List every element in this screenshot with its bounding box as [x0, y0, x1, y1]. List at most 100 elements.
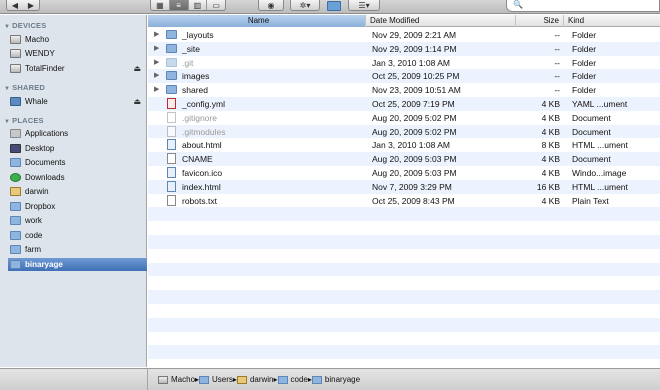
folder-icon — [166, 71, 177, 81]
empty-row — [148, 276, 660, 290]
action-menu-button[interactable]: ✲▾ — [290, 0, 320, 11]
path-crumb[interactable]: Macho — [158, 375, 195, 384]
devices-section-header[interactable]: ▼ DEVICES — [4, 21, 46, 30]
disclosure-triangle-icon[interactable]: ▶ — [154, 85, 159, 93]
network-icon — [10, 97, 21, 106]
sidebar-item-dropbox[interactable]: Dropbox — [10, 200, 147, 213]
file-row[interactable]: .gitignore Aug 20, 2009 5:02 PM 4 KB Docume… — [148, 111, 660, 125]
file-row[interactable]: index.html Nov 7, 2009 3:29 PM 16 KB HTML .… — [148, 179, 660, 194]
file-size: 8 KB — [541, 140, 560, 151]
path-crumb[interactable]: darwin — [236, 375, 274, 384]
arrange-menu-button[interactable]: ☰▾ — [348, 0, 380, 11]
disclosure-triangle-icon[interactable]: ▶ — [154, 71, 159, 79]
back-arrow-icon[interactable]: ◀ — [12, 1, 18, 10]
file-row[interactable]: favicon.ico Aug 20, 2009 5:03 PM 4 KB Windo… — [148, 166, 660, 180]
folder-icon — [10, 158, 21, 167]
sidebar-item-desktop[interactable]: Desktop — [10, 142, 147, 155]
sidebar-item-code[interactable]: code — [10, 229, 147, 242]
empty-row — [148, 262, 660, 277]
column-header-date-modified[interactable]: Date Modified — [366, 15, 516, 27]
disclosure-triangle-icon[interactable]: ▶ — [154, 30, 159, 38]
path-crumb[interactable]: code — [277, 375, 308, 384]
file-size: 4 KB — [541, 168, 560, 178]
path-crumb[interactable]: binaryage — [311, 375, 360, 384]
file-date-modified: Jan 3, 2010 1:08 AM — [372, 140, 450, 151]
folder-icon — [166, 43, 177, 53]
file-size: -- — [554, 43, 560, 54]
places-section-header[interactable]: ▼ PLACES — [4, 116, 44, 125]
gear-icon: ✲▾ — [299, 0, 311, 10]
file-row[interactable]: CNAME Aug 20, 2009 5:03 PM 4 KB Document — [148, 152, 660, 166]
folder-icon — [166, 57, 177, 67]
sidebar-item-binaryage[interactable]: binaryage — [8, 258, 147, 271]
new-folder-button[interactable] — [326, 0, 342, 11]
disclosure-triangle-icon[interactable]: ▼ — [4, 86, 10, 92]
column-header-kind[interactable]: Kind — [564, 15, 660, 27]
view-mode-segmented-control[interactable]: ▦ ≡ ▥ ▭ — [150, 0, 226, 11]
home-icon — [236, 375, 247, 384]
file-date-modified: Aug 20, 2009 5:03 PM — [372, 168, 457, 178]
file-row[interactable]: robots.txt Oct 25, 2009 8:43 PM 4 KB Plain … — [148, 194, 660, 208]
file-size: 4 KB — [541, 154, 560, 165]
file-size: 4 KB — [541, 126, 560, 137]
drive-icon — [10, 49, 21, 58]
empty-row — [148, 317, 660, 332]
disclosure-triangle-icon[interactable]: ▼ — [4, 119, 10, 125]
file-name: .gitignore — [182, 112, 217, 123]
file-row[interactable]: about.html Jan 3, 2010 1:08 AM 8 KB HTML ..… — [148, 138, 660, 152]
sidebar-item-downloads[interactable]: Downloads — [10, 171, 147, 184]
empty-row — [148, 345, 660, 360]
folder-icon — [10, 202, 21, 211]
quick-look-button[interactable]: ◉ — [258, 0, 284, 11]
file-kind: YAML ...ument — [572, 99, 628, 109]
file-name: _site — [182, 43, 200, 54]
folder-icon — [327, 0, 341, 11]
document-icon — [167, 98, 176, 109]
downloads-icon — [10, 173, 21, 182]
disclosure-triangle-icon[interactable]: ▼ — [4, 24, 10, 30]
document-icon — [167, 180, 176, 192]
sidebar-item-macho[interactable]: Macho — [10, 33, 147, 46]
sidebar-item-whale[interactable]: Whale ⏏ — [10, 95, 147, 108]
column-header-size[interactable]: Size — [516, 15, 564, 27]
file-kind: Folder — [572, 57, 597, 68]
file-row[interactable]: ▶ shared Nov 23, 2009 10:51 AM -- Folder — [148, 83, 660, 97]
sidebar-item-documents[interactable]: Documents — [10, 156, 147, 169]
sidebar-item-applications[interactable]: Applications — [10, 127, 147, 140]
back-forward-buttons[interactable]: ◀ ▶ — [6, 0, 40, 11]
file-size: -- — [554, 57, 560, 68]
file-row[interactable]: ▶ .git Jan 3, 2010 1:08 AM -- Folder — [148, 56, 660, 70]
eject-icon[interactable]: ⏏ — [133, 64, 141, 73]
file-name: robots.txt — [182, 195, 217, 206]
column-header-bar: Name Date Modified Size Kind — [148, 15, 660, 27]
file-name: images — [182, 71, 210, 82]
sidebar-item-wendy[interactable]: WENDY — [10, 47, 147, 60]
shared-section-header[interactable]: ▼ SHARED — [4, 83, 45, 92]
file-row[interactable]: ▶ images Oct 25, 2009 10:25 PM -- Folder — [148, 69, 660, 84]
search-field[interactable]: 🔍 — [506, 0, 660, 12]
icon-view-button[interactable]: ▦ — [151, 0, 170, 10]
sidebar-item-darwin[interactable]: darwin — [10, 185, 147, 198]
sidebar-item-totalfinder[interactable]: TotalFinder ⏏ — [10, 62, 147, 75]
sidebar-item-work[interactable]: work — [10, 214, 147, 227]
eject-icon[interactable]: ⏏ — [133, 97, 141, 106]
column-view-button[interactable]: ▥ — [189, 0, 208, 10]
cover-flow-view-button[interactable]: ▭ — [207, 0, 225, 10]
path-crumb[interactable]: Users — [199, 375, 233, 384]
file-row[interactable]: ▶ _site Nov 29, 2009 1:14 PM -- Folder — [148, 41, 660, 56]
forward-arrow-icon[interactable]: ▶ — [28, 1, 34, 10]
sidebar-item-farm[interactable]: farm — [10, 243, 147, 256]
sidebar-footer — [0, 368, 148, 390]
list-view-button[interactable]: ≡ — [169, 0, 189, 10]
column-header-name[interactable]: Name — [148, 15, 366, 27]
empty-row — [148, 235, 660, 249]
file-date-modified: Nov 29, 2009 1:14 PM — [372, 43, 457, 54]
file-row[interactable]: _config.yml Oct 25, 2009 7:19 PM 4 KB YAML … — [148, 97, 660, 111]
file-row[interactable]: ▶ _layouts Nov 29, 2009 2:21 AM -- Folder — [148, 28, 660, 42]
drive-icon — [10, 64, 21, 73]
disclosure-triangle-icon[interactable]: ▶ — [154, 44, 159, 52]
file-row[interactable]: .gitmodules Aug 20, 2009 5:02 PM 4 KB Docum… — [148, 124, 660, 139]
file-name: favicon.ico — [182, 168, 223, 178]
file-date-modified: Oct 25, 2009 8:43 PM — [372, 195, 455, 206]
disclosure-triangle-icon[interactable]: ▶ — [154, 58, 159, 66]
